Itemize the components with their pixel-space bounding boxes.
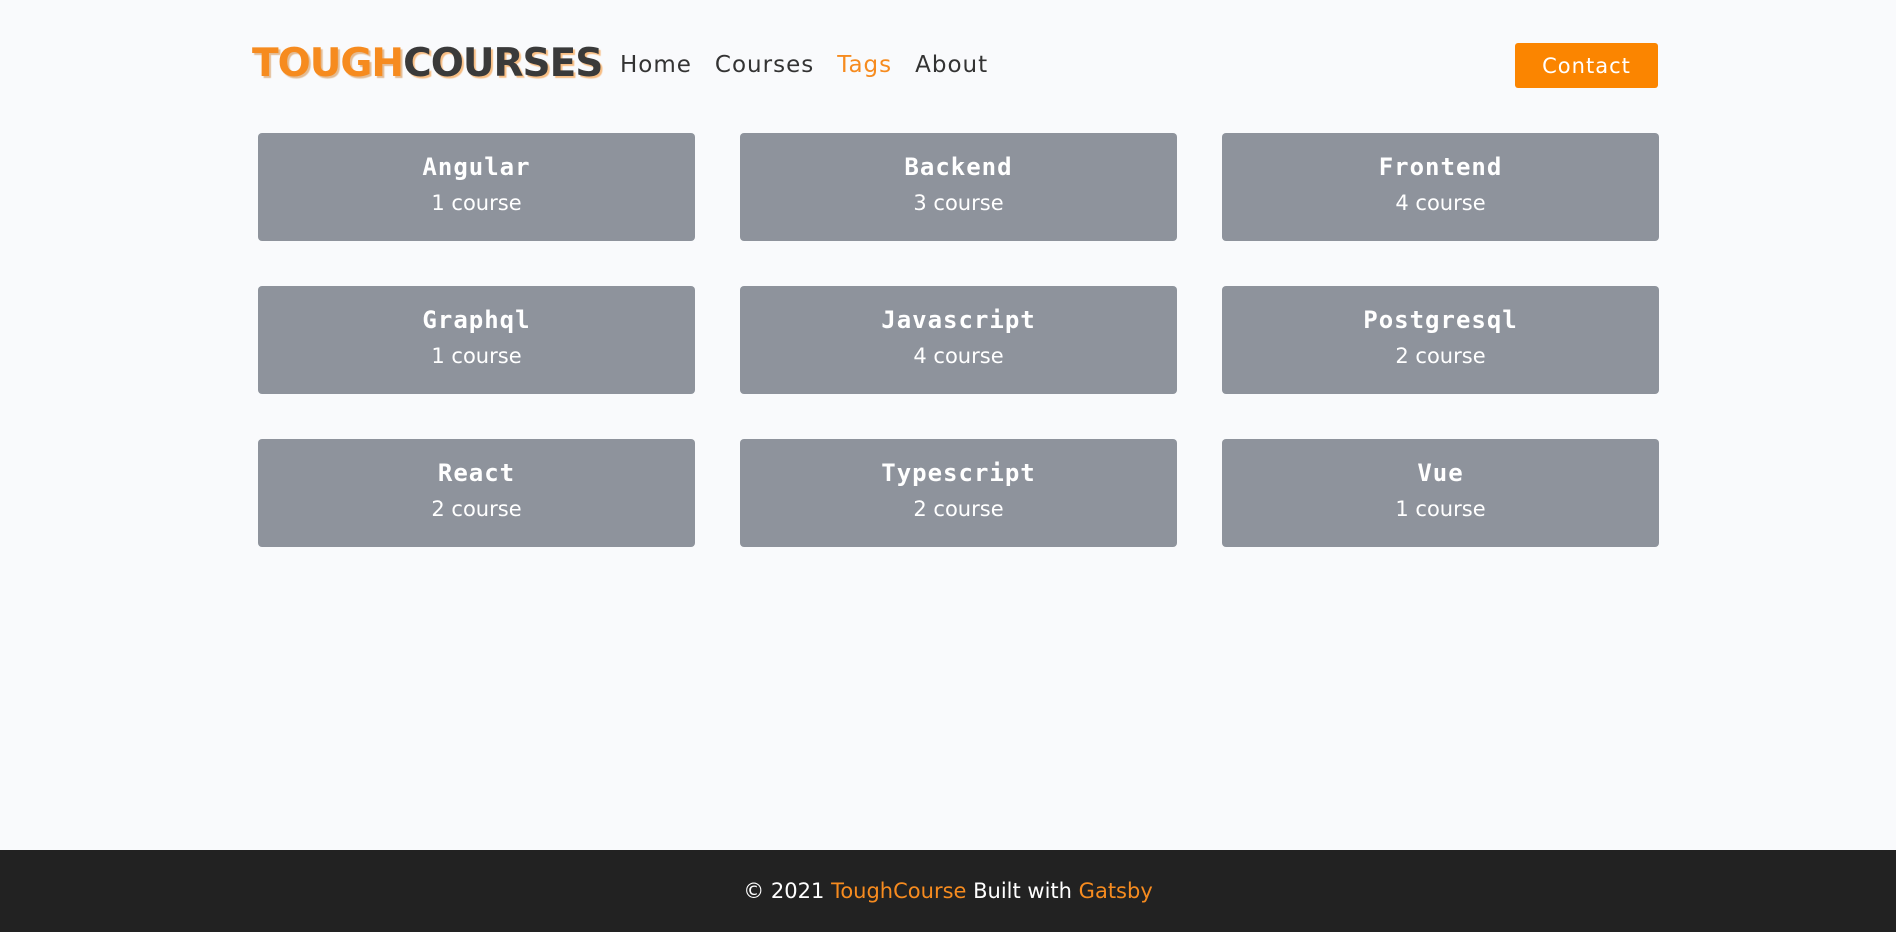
tag-card-vue[interactable]: Vue 1 course xyxy=(1222,439,1659,547)
footer-copyright: © 2021 xyxy=(743,879,825,903)
tag-card-graphql[interactable]: Graphql 1 course xyxy=(258,286,695,394)
tag-card-javascript[interactable]: Javascript 4 course xyxy=(740,286,1177,394)
navbar: TOUGHCOURSES Home Courses Tags About Con… xyxy=(0,0,1896,130)
footer-gatsby-link[interactable]: Gatsby xyxy=(1079,879,1153,903)
tag-name: Postgresql xyxy=(1363,306,1518,334)
tag-count: 2 course xyxy=(1395,344,1486,368)
tag-count: 1 course xyxy=(431,191,522,215)
tags-grid: Angular 1 course Backend 3 course Fronte… xyxy=(258,133,1659,547)
site-logo[interactable]: TOUGHCOURSES xyxy=(252,40,603,88)
nav-home[interactable]: Home xyxy=(620,48,692,82)
tag-name: Angular xyxy=(422,153,531,181)
tag-name: Typescript xyxy=(881,459,1036,487)
tag-name: React xyxy=(437,459,516,487)
tag-card-frontend[interactable]: Frontend 4 course xyxy=(1222,133,1659,241)
tag-name: Frontend xyxy=(1378,153,1503,181)
tag-card-angular[interactable]: Angular 1 course xyxy=(258,133,695,241)
footer: © 2021 ToughCourse Built with Gatsby xyxy=(0,850,1896,932)
nav-about[interactable]: About xyxy=(915,48,988,82)
tag-name: Graphql xyxy=(422,306,531,334)
logo-tough: TOUGH xyxy=(252,41,404,86)
tag-name: Vue xyxy=(1417,459,1464,487)
tag-count: 1 course xyxy=(1395,497,1486,521)
tag-count: 2 course xyxy=(913,497,1004,521)
tag-count: 3 course xyxy=(913,191,1004,215)
main-nav: Home Courses Tags About xyxy=(620,48,988,82)
tag-card-react[interactable]: React 2 course xyxy=(258,439,695,547)
footer-built-with: Built with xyxy=(973,879,1072,903)
tag-card-typescript[interactable]: Typescript 2 course xyxy=(740,439,1177,547)
tag-card-postgresql[interactable]: Postgresql 2 course xyxy=(1222,286,1659,394)
tag-card-backend[interactable]: Backend 3 course xyxy=(740,133,1177,241)
nav-tags[interactable]: Tags xyxy=(837,48,892,82)
contact-button[interactable]: Contact xyxy=(1515,43,1658,88)
footer-brand-link[interactable]: ToughCourse xyxy=(831,879,966,903)
tag-count: 1 course xyxy=(431,344,522,368)
tag-count: 4 course xyxy=(1395,191,1486,215)
tag-count: 4 course xyxy=(913,344,1004,368)
tag-name: Javascript xyxy=(881,306,1036,334)
nav-courses[interactable]: Courses xyxy=(715,48,814,82)
tag-count: 2 course xyxy=(431,497,522,521)
logo-courses: COURSES xyxy=(403,41,603,86)
tag-name: Backend xyxy=(904,153,1013,181)
